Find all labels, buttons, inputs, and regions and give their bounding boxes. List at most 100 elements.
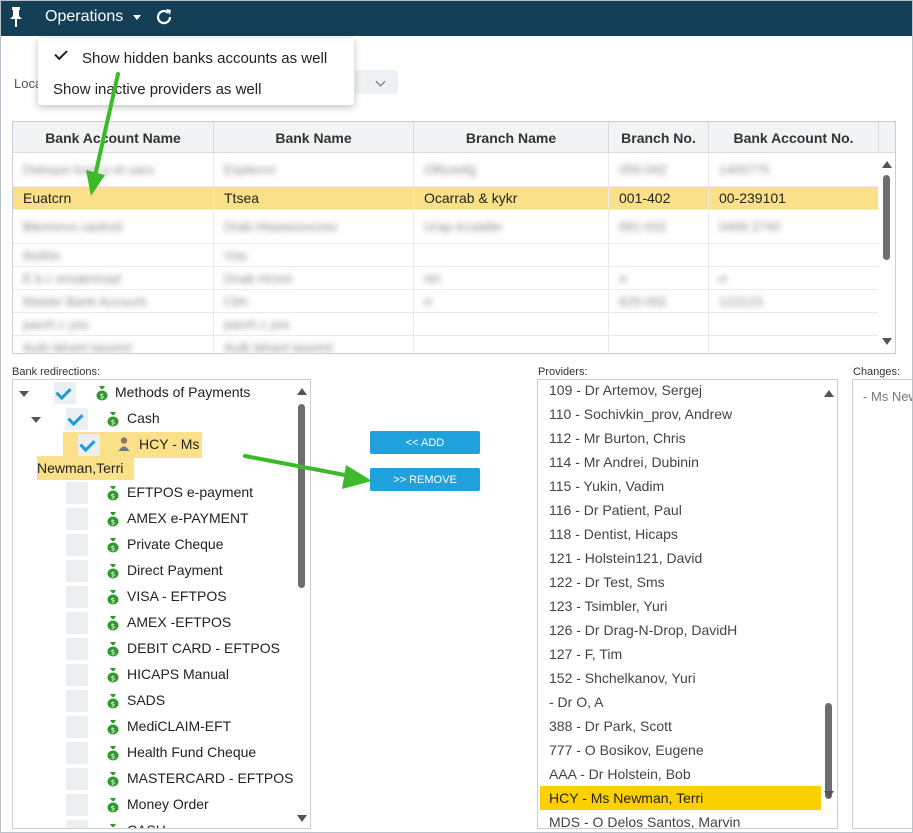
tree-node-cash[interactable]: Cash: [127, 410, 160, 426]
scrollbar-thumb[interactable]: [825, 703, 832, 799]
tree-node-payment-method[interactable]: AMEX e-PAYMENT: [127, 510, 249, 526]
method-checkbox[interactable]: [66, 768, 88, 790]
cell: 001-402: [609, 187, 709, 209]
provider-item-selected[interactable]: HCY - Ms Newman, Terri: [540, 786, 822, 810]
provider-item[interactable]: 115 - Yukin, Vadim: [538, 474, 822, 498]
method-checkbox[interactable]: [66, 560, 88, 582]
provider-item[interactable]: 114 - Mr Andrei, Dubinin: [538, 450, 822, 474]
method-checkbox[interactable]: [66, 534, 88, 556]
tree-node-payment-method[interactable]: EFTPOS e-payment: [127, 484, 253, 500]
provider-item[interactable]: 777 - O Bosikov, Eugene: [538, 738, 822, 762]
expand-toggle-icon[interactable]: [19, 391, 29, 397]
menu-item-show-hidden-bank-accounts[interactable]: Show hidden banks accounts as well: [38, 43, 354, 73]
tree-node-payment-method[interactable]: HICAPS Manual: [127, 666, 229, 682]
table-row[interactable]: E b c emaknmad Dnab Hcton rtrt rr rr: [13, 267, 879, 290]
money-bag-icon: $: [107, 668, 119, 683]
table-row[interactable]: Ibxthix Vsa: [13, 244, 879, 267]
column-header-bank-name[interactable]: Bank Name: [214, 122, 414, 153]
table-row[interactable]: pacrh c yss pacrh c yss: [13, 313, 879, 336]
cell: Euatcrn: [13, 187, 214, 209]
table-row[interactable]: Master Bank Account Cbh rr 625-092 12312…: [13, 290, 879, 313]
provider-item[interactable]: 112 - Mr Burton, Chris: [538, 426, 822, 450]
table-row-selected[interactable]: Euatcrn Ttsea Ocarrab & kykr 001-402 00-…: [13, 187, 879, 210]
expand-toggle-icon[interactable]: [31, 417, 41, 423]
method-checkbox[interactable]: [66, 638, 88, 660]
scroll-down-icon[interactable]: [297, 815, 307, 822]
menu-item-show-inactive-providers[interactable]: Show inactive providers as well: [38, 74, 354, 104]
hcy-checkbox[interactable]: [78, 434, 100, 456]
cash-checkbox[interactable]: [66, 408, 88, 430]
method-checkbox[interactable]: [66, 742, 88, 764]
provider-item[interactable]: 127 - F, Tim: [538, 642, 822, 666]
chevron-down-icon: [375, 76, 386, 87]
method-checkbox[interactable]: [66, 820, 88, 828]
tree-node-payment-method[interactable]: Money Order: [127, 796, 209, 812]
provider-item[interactable]: 118 - Dentist, Hicaps: [538, 522, 822, 546]
tree-node-payment-method[interactable]: VISA - EFTPOS: [127, 588, 227, 604]
column-header-branch-no[interactable]: Branch No.: [609, 122, 709, 153]
tree-node-payment-method[interactable]: DEBIT CARD - EFTPOS: [127, 640, 280, 656]
provider-item[interactable]: 126 - Dr Drag-N-Drop, DavidH: [538, 618, 822, 642]
method-checkbox[interactable]: [66, 612, 88, 634]
tree-node-payment-method[interactable]: SADS: [127, 692, 165, 708]
provider-item[interactable]: - Dr O, A: [538, 690, 822, 714]
column-header-branch-name[interactable]: Branch Name: [414, 122, 609, 153]
tree-node-payment-method[interactable]: AMEX -EFTPOS: [127, 614, 231, 630]
method-checkbox[interactable]: [66, 664, 88, 686]
provider-item[interactable]: MDS - O Delos Santos, Marvin: [538, 810, 822, 828]
provider-item[interactable]: 152 - Shchelkanov, Yuri: [538, 666, 822, 690]
bank-redirections-label: Bank redirections:: [12, 366, 101, 378]
cell: Cbh: [214, 290, 414, 312]
tree-node-payment-method[interactable]: MediCLAIM-EFT: [127, 718, 231, 734]
scrollbar-thumb[interactable]: [883, 175, 890, 260]
grid-header: Bank Account Name Bank Name Branch Name …: [13, 122, 895, 153]
tree-node-methods-of-payments[interactable]: Methods of Payments: [115, 384, 250, 400]
grid-scrollbar[interactable]: [878, 153, 895, 353]
location-select[interactable]: [355, 70, 398, 94]
tree-node-payment-method[interactable]: MASTERCARD - EFTPOS: [127, 770, 293, 786]
cell: Dnab Hcton: [214, 267, 414, 289]
cell: Drab Htaawoxxcrex: [214, 210, 414, 243]
method-checkbox[interactable]: [66, 690, 88, 712]
method-checkbox[interactable]: [66, 586, 88, 608]
provider-item[interactable]: 109 - Dr Artemov, Sergej: [538, 380, 822, 402]
cell: Urap ecutafer: [414, 210, 609, 243]
remove-button[interactable]: >> REMOVE: [370, 468, 480, 491]
operations-menu-button[interactable]: Operations: [45, 8, 142, 26]
scroll-down-icon[interactable]: [882, 338, 892, 345]
tree-node-payment-method[interactable]: CASH: [127, 822, 166, 828]
refresh-icon[interactable]: [153, 6, 175, 28]
tree-node-payment-method[interactable]: Private Cheque: [127, 536, 224, 552]
provider-item[interactable]: 388 - Dr Park, Scott: [538, 714, 822, 738]
scroll-up-icon[interactable]: [824, 390, 834, 397]
table-row[interactable]: Dalxqun kxar p et uaru Esptecro Ofticeef…: [13, 153, 879, 187]
provider-item[interactable]: 121 - Holstein121, David: [538, 546, 822, 570]
method-checkbox[interactable]: [66, 508, 88, 530]
tree-node-payment-method[interactable]: Direct Payment: [127, 562, 223, 578]
pin-icon[interactable]: [8, 6, 24, 28]
column-header-bank-account-name[interactable]: Bank Account Name: [13, 122, 214, 153]
scroll-down-icon[interactable]: [824, 791, 834, 798]
scrollbar-thumb[interactable]: [298, 404, 305, 588]
tree-scrollbar[interactable]: [294, 380, 310, 828]
add-button[interactable]: << ADD: [370, 431, 480, 454]
table-row[interactable]: Blemorvx uaxkxd Drab Htaawoxxcrex Urap e…: [13, 210, 879, 244]
tree-node-hcy[interactable]: HCY - Ms: [139, 436, 199, 452]
provider-item[interactable]: AAA - Dr Holstein, Bob: [538, 762, 822, 786]
root-checkbox[interactable]: [54, 382, 76, 404]
column-header-bank-account-no[interactable]: Bank Account No.: [709, 122, 879, 153]
provider-item[interactable]: 116 - Dr Patient, Paul: [538, 498, 822, 522]
scroll-up-icon[interactable]: [297, 388, 307, 395]
provider-item[interactable]: 122 - Dr Test, Sms: [538, 570, 822, 594]
svg-text:$: $: [111, 701, 115, 709]
scroll-up-icon[interactable]: [882, 161, 892, 168]
provider-item[interactable]: 110 - Sochivkin_prov, Andrew: [538, 402, 822, 426]
method-checkbox[interactable]: [66, 482, 88, 504]
table-row[interactable]: Auib lahanl lasoiml Auib lahanl lasoiml: [13, 336, 879, 353]
cell: 050-042: [609, 153, 709, 186]
provider-item[interactable]: 123 - Tsimbler, Yuri: [538, 594, 822, 618]
method-checkbox[interactable]: [66, 716, 88, 738]
method-checkbox[interactable]: [66, 794, 88, 816]
providers-scrollbar[interactable]: [821, 380, 837, 828]
tree-node-payment-method[interactable]: Health Fund Cheque: [127, 744, 256, 760]
